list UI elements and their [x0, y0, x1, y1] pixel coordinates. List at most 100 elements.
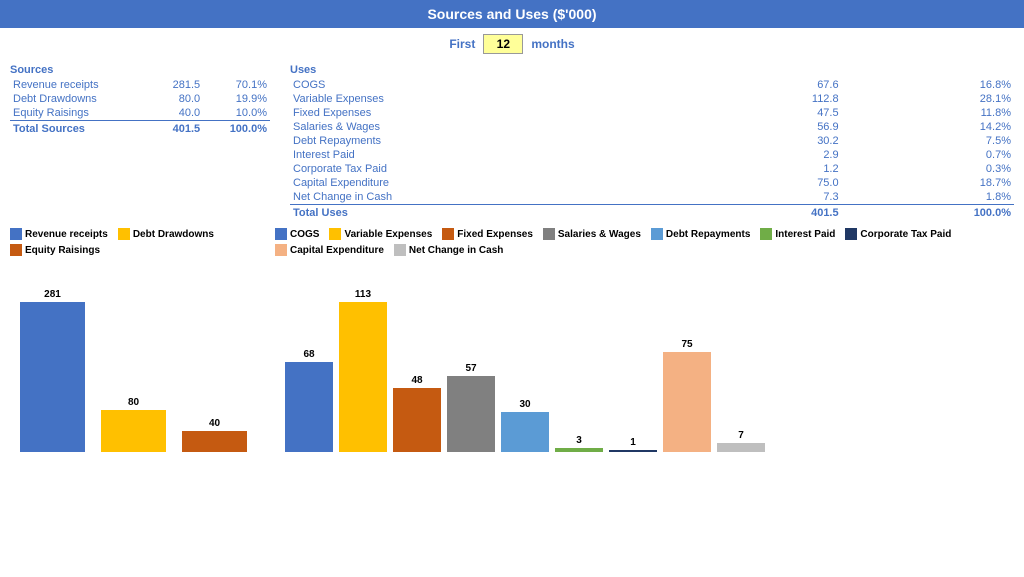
legend-item: Net Change in Cash [394, 244, 503, 256]
row-label: Salaries & Wages [290, 120, 708, 134]
row-pct: 19.9% [203, 92, 270, 106]
row-pct: 70.1% [203, 78, 270, 92]
row-label: Interest Paid [290, 148, 708, 162]
legend-color [543, 228, 555, 240]
row-value: 75.0 [708, 176, 841, 190]
legend-label: Debt Drawdowns [133, 229, 214, 240]
legend-color [651, 228, 663, 240]
table-row: Fixed Expenses 47.5 11.8% [290, 106, 1014, 120]
legend-label: Interest Paid [775, 229, 835, 240]
uses-chart: COGS Variable Expenses Fixed Expenses Salar… [275, 228, 1014, 573]
sources-total-label: Total Sources [10, 121, 151, 137]
bar-group: 80 [101, 397, 166, 452]
row-label: Equity Raisings [10, 106, 151, 121]
bar-group: 281 [20, 289, 85, 452]
row-value: 2.9 [708, 148, 841, 162]
legend-item: Revenue receipts [10, 228, 108, 240]
bar [339, 302, 387, 452]
bar-group: 57 [447, 363, 495, 452]
uses-chart-area: 6811348573031757 [275, 262, 1014, 452]
sources-legend: Revenue receipts Debt Drawdowns Equity Rai… [10, 228, 265, 256]
months-label: months [531, 37, 574, 51]
bar [447, 376, 495, 452]
row-pct: 18.7% [842, 176, 1014, 190]
row-label: Net Change in Cash [290, 190, 708, 205]
bar-value-label: 113 [355, 289, 371, 300]
bar [182, 431, 247, 452]
legend-label: Fixed Expenses [457, 229, 533, 240]
row-pct: 11.8% [842, 106, 1014, 120]
legend-item: Equity Raisings [10, 244, 100, 256]
tables-section: Sources Revenue receipts 281.5 70.1% Deb… [0, 60, 1024, 224]
row-value: 1.2 [708, 162, 841, 176]
bar-group: 40 [182, 418, 247, 452]
bar-group: 75 [663, 339, 711, 452]
legend-label: Revenue receipts [25, 229, 108, 240]
months-row: First months [0, 28, 1024, 60]
legend-item: Capital Expenditure [275, 244, 384, 256]
legend-item: Salaries & Wages [543, 228, 641, 240]
bar [609, 450, 657, 452]
legend-label: Variable Expenses [344, 229, 432, 240]
row-value: 80.0 [151, 92, 203, 106]
row-pct: 7.5% [842, 134, 1014, 148]
bar-value-label: 40 [209, 418, 220, 429]
table-row: Debt Repayments 30.2 7.5% [290, 134, 1014, 148]
months-input[interactable] [483, 34, 523, 54]
bar [285, 362, 333, 452]
bar [20, 302, 85, 452]
uses-total-pct: 100.0% [842, 205, 1014, 221]
row-pct: 14.2% [842, 120, 1014, 134]
table-row: Capital Expenditure 75.0 18.7% [290, 176, 1014, 190]
legend-color [329, 228, 341, 240]
legend-color [442, 228, 454, 240]
legend-color [394, 244, 406, 256]
legend-item: Debt Repayments [651, 228, 750, 240]
bar-value-label: 80 [128, 397, 139, 408]
bar-value-label: 281 [44, 289, 61, 300]
sources-data-table: Revenue receipts 281.5 70.1% Debt Drawdo… [10, 78, 270, 136]
legend-label: Debt Repayments [666, 229, 750, 240]
legend-label: Net Change in Cash [409, 245, 503, 256]
bar [501, 412, 549, 452]
row-label: Debt Repayments [290, 134, 708, 148]
bar [663, 352, 711, 452]
uses-title: Uses [290, 64, 1014, 76]
legend-label: COGS [290, 229, 319, 240]
legend-color [10, 228, 22, 240]
bar-value-label: 7 [738, 430, 744, 441]
row-label: Debt Drawdowns [10, 92, 151, 106]
sources-total-row: Total Sources 401.5 100.0% [10, 121, 270, 137]
page-title: Sources and Uses ($'000) [0, 0, 1024, 28]
row-pct: 0.3% [842, 162, 1014, 176]
bar-group: 1 [609, 437, 657, 452]
row-value: 281.5 [151, 78, 203, 92]
sources-table: Sources Revenue receipts 281.5 70.1% Deb… [10, 64, 270, 220]
uses-legend: COGS Variable Expenses Fixed Expenses Salar… [275, 228, 1014, 256]
row-value: 40.0 [151, 106, 203, 121]
table-row: Revenue receipts 281.5 70.1% [10, 78, 270, 92]
table-row: COGS 67.6 16.8% [290, 78, 1014, 92]
bar-group: 68 [285, 349, 333, 452]
legend-color [275, 228, 287, 240]
bar-value-label: 48 [411, 375, 422, 386]
table-row: Corporate Tax Paid 1.2 0.3% [290, 162, 1014, 176]
row-value: 30.2 [708, 134, 841, 148]
legend-item: Interest Paid [760, 228, 835, 240]
legend-label: Equity Raisings [25, 245, 100, 256]
legend-item: Corporate Tax Paid [845, 228, 951, 240]
row-pct: 16.8% [842, 78, 1014, 92]
legend-color [760, 228, 772, 240]
table-row: Net Change in Cash 7.3 1.8% [290, 190, 1014, 205]
uses-table: Uses COGS 67.6 16.8% Variable Expenses 1… [290, 64, 1014, 220]
bar-value-label: 75 [681, 339, 692, 350]
bar [393, 388, 441, 452]
uses-total-value: 401.5 [708, 205, 841, 221]
row-value: 56.9 [708, 120, 841, 134]
row-value: 67.6 [708, 78, 841, 92]
first-label: First [449, 37, 475, 51]
row-pct: 10.0% [203, 106, 270, 121]
legend-color [10, 244, 22, 256]
legend-label: Salaries & Wages [558, 229, 641, 240]
uses-total-label: Total Uses [290, 205, 708, 221]
